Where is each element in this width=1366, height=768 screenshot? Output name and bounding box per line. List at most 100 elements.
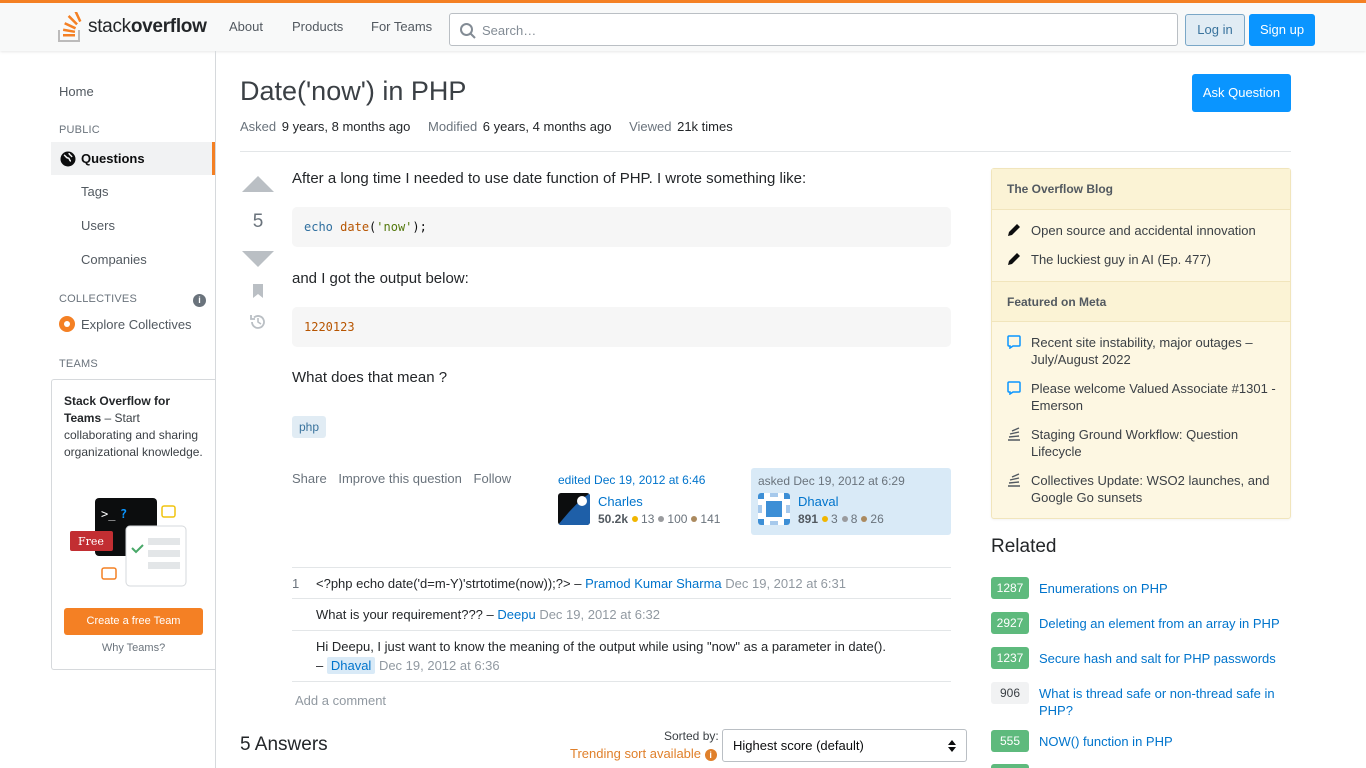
history-icon[interactable] (249, 313, 267, 331)
collectives-icon (59, 316, 75, 332)
globe-icon (60, 151, 76, 166)
asker-card: asked Dec 19, 2012 at 6:29 Dhaval 891 3 8 2… (751, 468, 951, 535)
answers-heading: 5 Answers (240, 734, 328, 755)
create-team-button[interactable]: Create a free Team (64, 608, 203, 635)
sort-select-value: Highest score (default) (733, 738, 864, 753)
related-title[interactable]: Deleting an element from an array in PHP (1039, 615, 1289, 632)
sidebar-item-companies[interactable]: Companies (81, 252, 147, 267)
comment-body: What is your requirement??? – Deepu Dec … (316, 607, 661, 622)
left-sidebar: Home PUBLIC Questions Tags Users Compani… (0, 51, 216, 768)
related-title[interactable]: Secure hash and salt for PHP passwords (1039, 650, 1289, 667)
comment-date[interactable]: Dec 19, 2012 at 6:36 (379, 658, 500, 673)
sidebar-item-tags[interactable]: Tags (81, 184, 108, 199)
meta-item[interactable]: Please welcome Valued Associate #1301 - … (1007, 380, 1277, 414)
comment-user[interactable]: Dhaval (326, 657, 376, 674)
edited-link[interactable]: edited Dec 19, 2012 at 6:46 (558, 473, 705, 487)
related-title[interactable]: What is thread safe or non-thread safe i… (1039, 685, 1289, 719)
downvote-icon[interactable] (242, 251, 274, 267)
sidebar-item-label: Questions (81, 151, 145, 166)
tag-php[interactable]: php (292, 416, 327, 438)
editor-name[interactable]: Charles (598, 494, 643, 509)
share-link[interactable]: Share (292, 471, 327, 486)
vote-count: 5 (252, 211, 264, 232)
upvote-icon[interactable] (242, 176, 274, 192)
sidebar-item-label: Explore Collectives (81, 316, 192, 332)
related-title[interactable]: Enumerations on PHP (1039, 580, 1289, 597)
svg-text:>_: >_ (101, 507, 116, 521)
login-button[interactable]: Log in (1185, 14, 1245, 46)
post-paragraph: After a long time I needed to use date f… (292, 170, 807, 187)
stack-icon (1008, 473, 1020, 487)
bookmark-icon[interactable] (252, 283, 264, 299)
trending-sort-label[interactable]: Trending sort available i (570, 746, 717, 761)
signup-button[interactable]: Sign up (1249, 14, 1315, 46)
viewed-value: 21k times (677, 119, 733, 134)
editor-reputation: 50.2k 13 100 141 (598, 512, 721, 526)
asker-name[interactable]: Dhaval (798, 494, 838, 509)
asked-label: Asked (240, 119, 277, 134)
comment-date[interactable]: Dec 19, 2012 at 6:32 (539, 607, 660, 622)
overflow-blog-widget: The Overflow Blog Open source and accide… (991, 168, 1291, 519)
avatar[interactable] (758, 493, 790, 525)
comment-user[interactable]: Deepu (497, 607, 535, 622)
sidebar-item-explore-collectives[interactable]: Explore Collectives (59, 316, 192, 332)
teams-free-badge: Free (78, 535, 104, 548)
code-keyword: echo (304, 220, 333, 234)
comment-date[interactable]: Dec 19, 2012 at 6:31 (725, 576, 846, 591)
info-icon[interactable]: i (193, 294, 206, 307)
sort-select[interactable]: Highest score (default) (722, 729, 967, 762)
nav-for-teams[interactable]: For Teams (371, 19, 432, 34)
follow-link[interactable]: Follow (474, 471, 512, 486)
nav-about[interactable]: About (229, 19, 263, 34)
code-string: 'now' (376, 220, 413, 234)
svg-text:?: ? (120, 507, 127, 521)
search-input[interactable]: Search… (449, 13, 1178, 46)
comment-icon (1007, 335, 1021, 349)
search-placeholder: Search… (482, 23, 537, 38)
related-score: 1237 (991, 647, 1029, 669)
related-score: 555 (991, 730, 1029, 752)
meta-item[interactable]: Staging Ground Workflow: Question Lifecy… (1007, 426, 1277, 460)
comment-user[interactable]: Pramod Kumar Sharma (585, 576, 722, 591)
sidebar-item-questions[interactable]: Questions (51, 142, 215, 175)
sidebar-section-public: PUBLIC (59, 124, 100, 136)
comment-body: Hi Deepu, I just want to know the meanin… (316, 639, 886, 674)
avatar[interactable] (558, 493, 590, 525)
pencil-icon (1008, 253, 1020, 265)
code-block-output: 1220123 (292, 307, 951, 347)
meta-item[interactable]: Collectives Update: WSO2 launches, and G… (1007, 472, 1277, 506)
pencil-icon (1008, 224, 1020, 236)
stackoverflow-logo-icon (58, 12, 82, 42)
comment: Hi Deepu, I just want to know the meanin… (292, 630, 951, 682)
code-block: echo date('now'); (292, 207, 951, 247)
improve-question-link[interactable]: Improve this question (338, 471, 462, 486)
blog-item[interactable]: Open source and accidental innovation (1007, 222, 1277, 239)
teams-promo: Stack Overflow for Teams – Start collabo… (51, 379, 216, 670)
sidebar-section-collectives: COLLECTIVES (59, 293, 138, 305)
sorted-by-label: Sorted by: (664, 729, 719, 743)
page-title[interactable]: Date('now') in PHP (240, 76, 466, 107)
ask-question-button[interactable]: Ask Question (1192, 74, 1291, 112)
nav-products[interactable]: Products (292, 19, 343, 34)
blog-item[interactable]: The luckiest guy in AI (Ep. 477) (1007, 251, 1277, 268)
stackoverflow-logo[interactable]: stackoverflow (58, 11, 208, 43)
divider (240, 151, 1291, 152)
why-teams-link[interactable]: Why Teams? (52, 642, 215, 654)
teams-promo-text: Stack Overflow for Teams – Start collabo… (64, 394, 203, 459)
related-score-partial (991, 764, 1029, 768)
sidebar-item-users[interactable]: Users (81, 218, 115, 233)
select-arrows-icon (948, 740, 956, 752)
sidebar-section-teams: TEAMS (59, 358, 98, 370)
related-title[interactable]: NOW() function in PHP (1039, 733, 1289, 750)
sidebar-item-home[interactable]: Home (59, 84, 94, 99)
related-score: 2927 (991, 612, 1029, 634)
comment-body: <?php echo date('d=m-Y)'strtotime(now));… (316, 576, 846, 591)
related-score: 906 (991, 682, 1029, 704)
modified-value[interactable]: 6 years, 4 months ago (483, 119, 612, 134)
comment-score: 1 (292, 576, 300, 591)
info-icon[interactable]: i (704, 749, 717, 761)
comment: 1 <?php echo date('d=m-Y)'strtotime(now)… (292, 567, 951, 598)
meta-item[interactable]: Recent site instability, major outages –… (1007, 334, 1277, 368)
add-comment-link[interactable]: Add a comment (295, 693, 386, 708)
viewed-label: Viewed (629, 119, 672, 134)
